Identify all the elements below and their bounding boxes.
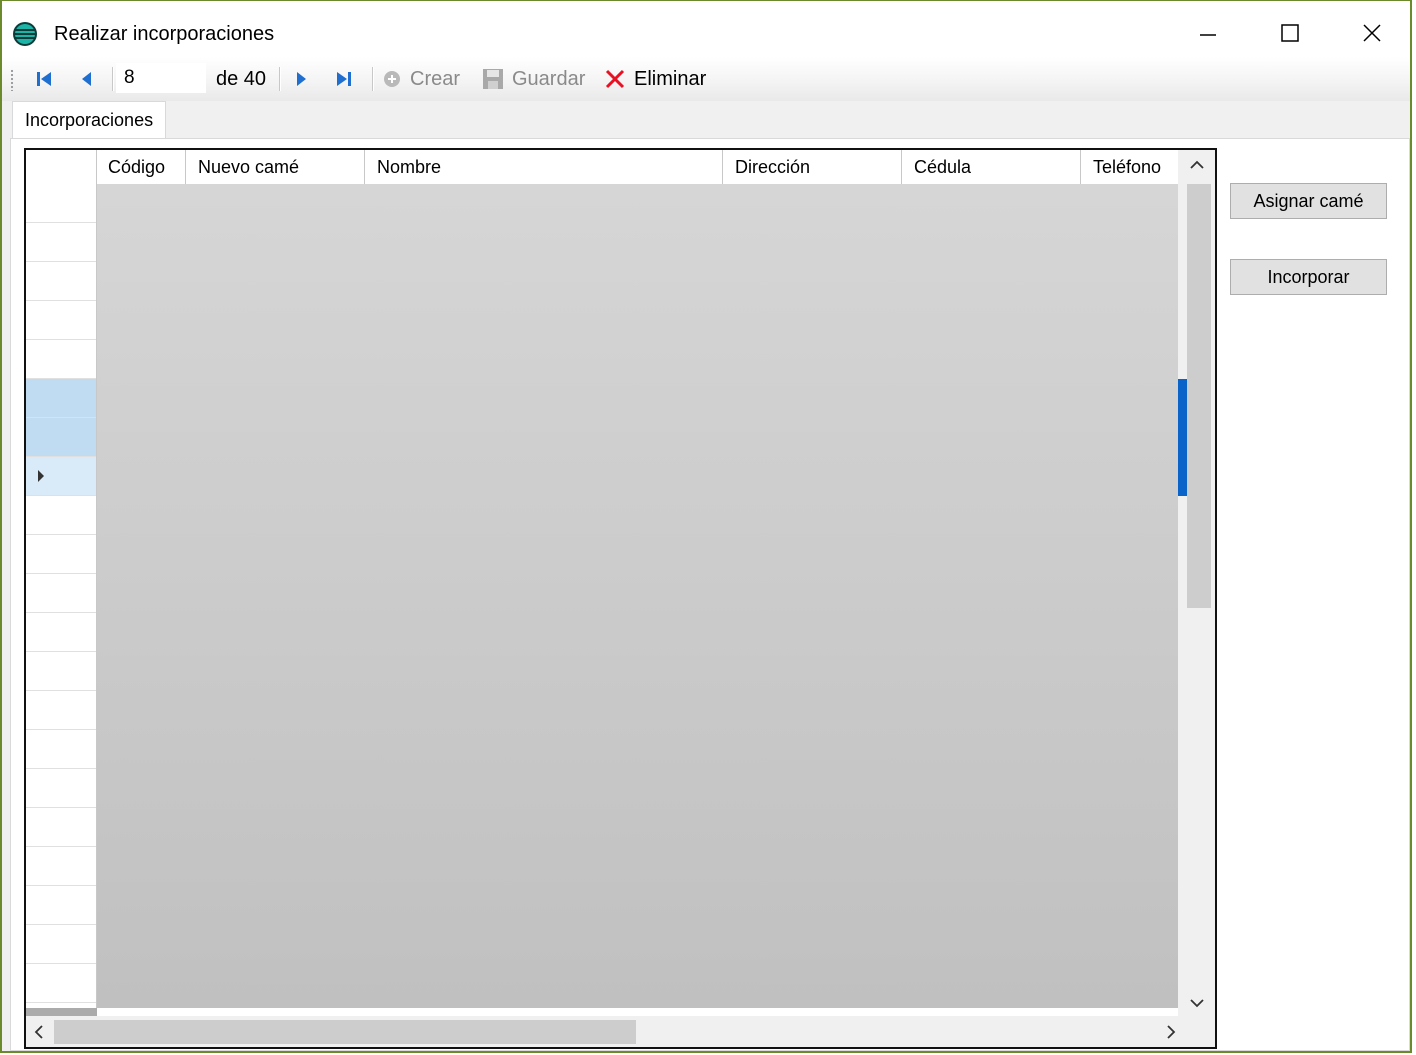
move-last-button[interactable]: [330, 57, 358, 101]
minimize-icon: [1200, 34, 1216, 36]
delete-icon: [605, 69, 625, 89]
row-header[interactable]: [26, 808, 96, 847]
tab-label: Incorporaciones: [25, 110, 154, 130]
scroll-down-icon[interactable]: [1190, 998, 1204, 1008]
position-input[interactable]: [116, 63, 206, 93]
column-headers: Código Nuevo camé Nombre Dirección Cédul…: [96, 150, 1178, 185]
row-header[interactable]: [26, 223, 96, 262]
move-first-button[interactable]: [30, 57, 58, 101]
column-header-cedula[interactable]: Cédula: [902, 150, 1081, 184]
close-button[interactable]: [1342, 13, 1402, 53]
move-next-icon: [297, 72, 306, 86]
row-header[interactable]: [26, 925, 96, 964]
row-header[interactable]: [26, 574, 96, 613]
row-header[interactable]: [26, 769, 96, 808]
add-icon: [384, 71, 400, 87]
selection-marker: [1178, 379, 1187, 418]
row-header[interactable]: [26, 886, 96, 925]
create-button[interactable]: Crear: [382, 57, 460, 101]
record-count-label: de 40: [216, 67, 267, 90]
close-icon: [1363, 24, 1381, 42]
row-header[interactable]: [26, 262, 96, 301]
vertical-scroll-thumb[interactable]: [1187, 184, 1211, 608]
move-next-button[interactable]: [290, 57, 314, 101]
move-last-icon: [337, 72, 351, 86]
data-grid[interactable]: Código Nuevo camé Nombre Dirección Cédul…: [24, 148, 1217, 1049]
app-icon: [13, 22, 37, 46]
maximize-icon: [1281, 24, 1299, 42]
row-header[interactable]: [26, 730, 96, 769]
vertical-scrollbar[interactable]: [1178, 150, 1215, 1016]
row-header[interactable]: [26, 652, 96, 691]
scroll-left-icon[interactable]: [34, 1025, 44, 1039]
scroll-up-icon[interactable]: [1190, 160, 1204, 170]
row-header-selected[interactable]: [26, 418, 96, 457]
row-header[interactable]: [26, 847, 96, 886]
horizontal-scroll-thumb[interactable]: [54, 1020, 636, 1044]
move-previous-icon: [82, 72, 91, 86]
delete-label: Eliminar: [634, 67, 707, 90]
toolbar-separator: [279, 67, 281, 91]
move-previous-button[interactable]: [74, 57, 98, 101]
title-bar: Realizar incorporaciones: [2, 1, 1410, 57]
column-header-codigo[interactable]: Código: [96, 150, 186, 184]
create-label: Crear: [410, 67, 461, 90]
row-header[interactable]: [26, 340, 96, 379]
row-header[interactable]: [26, 613, 96, 652]
row-header-selected[interactable]: [26, 379, 96, 418]
row-header[interactable]: [26, 184, 96, 223]
save-button[interactable]: Guardar: [482, 57, 585, 101]
save-label: Guardar: [512, 67, 586, 90]
main-window: Realizar incorporaciones de 40 Crear: [0, 0, 1412, 1053]
column-header-direccion[interactable]: Dirección: [723, 150, 902, 184]
row-header[interactable]: [26, 535, 96, 574]
toolbar-separator: [112, 67, 114, 91]
incorporate-button[interactable]: Incorporar: [1230, 259, 1387, 295]
delete-button[interactable]: Eliminar: [604, 57, 706, 101]
column-header-telefono[interactable]: Teléfono: [1081, 150, 1191, 184]
tab-incorporaciones[interactable]: Incorporaciones: [12, 101, 167, 139]
current-row-indicator-icon: [38, 470, 44, 482]
row-header[interactable]: [26, 964, 96, 1003]
move-first-icon: [37, 72, 51, 86]
window-title: Realizar incorporaciones: [54, 23, 275, 45]
assign-carne-button[interactable]: Asignar camé: [1230, 183, 1387, 219]
row-header[interactable]: [26, 691, 96, 730]
scroll-right-icon[interactable]: [1166, 1025, 1176, 1039]
row-headers: [26, 150, 97, 1008]
save-icon: [483, 69, 503, 89]
grid-last-row: [97, 1008, 1178, 1016]
row-header[interactable]: [26, 496, 96, 535]
toolbar-grip[interactable]: [10, 69, 14, 91]
selection-marker: [1178, 418, 1187, 457]
row-header[interactable]: [26, 301, 96, 340]
column-header-nuevo-carne[interactable]: Nuevo camé: [186, 150, 365, 184]
minimize-button[interactable]: [1178, 13, 1238, 53]
grid-cells-area[interactable]: [97, 184, 1178, 1008]
toolbar-separator: [372, 67, 374, 91]
selection-marker: [1178, 457, 1187, 496]
maximize-button[interactable]: [1260, 13, 1320, 53]
horizontal-scrollbar[interactable]: [26, 1016, 1215, 1047]
row-header-current[interactable]: [26, 457, 96, 496]
column-header-nombre[interactable]: Nombre: [365, 150, 723, 184]
record-count: de 40: [216, 57, 266, 101]
